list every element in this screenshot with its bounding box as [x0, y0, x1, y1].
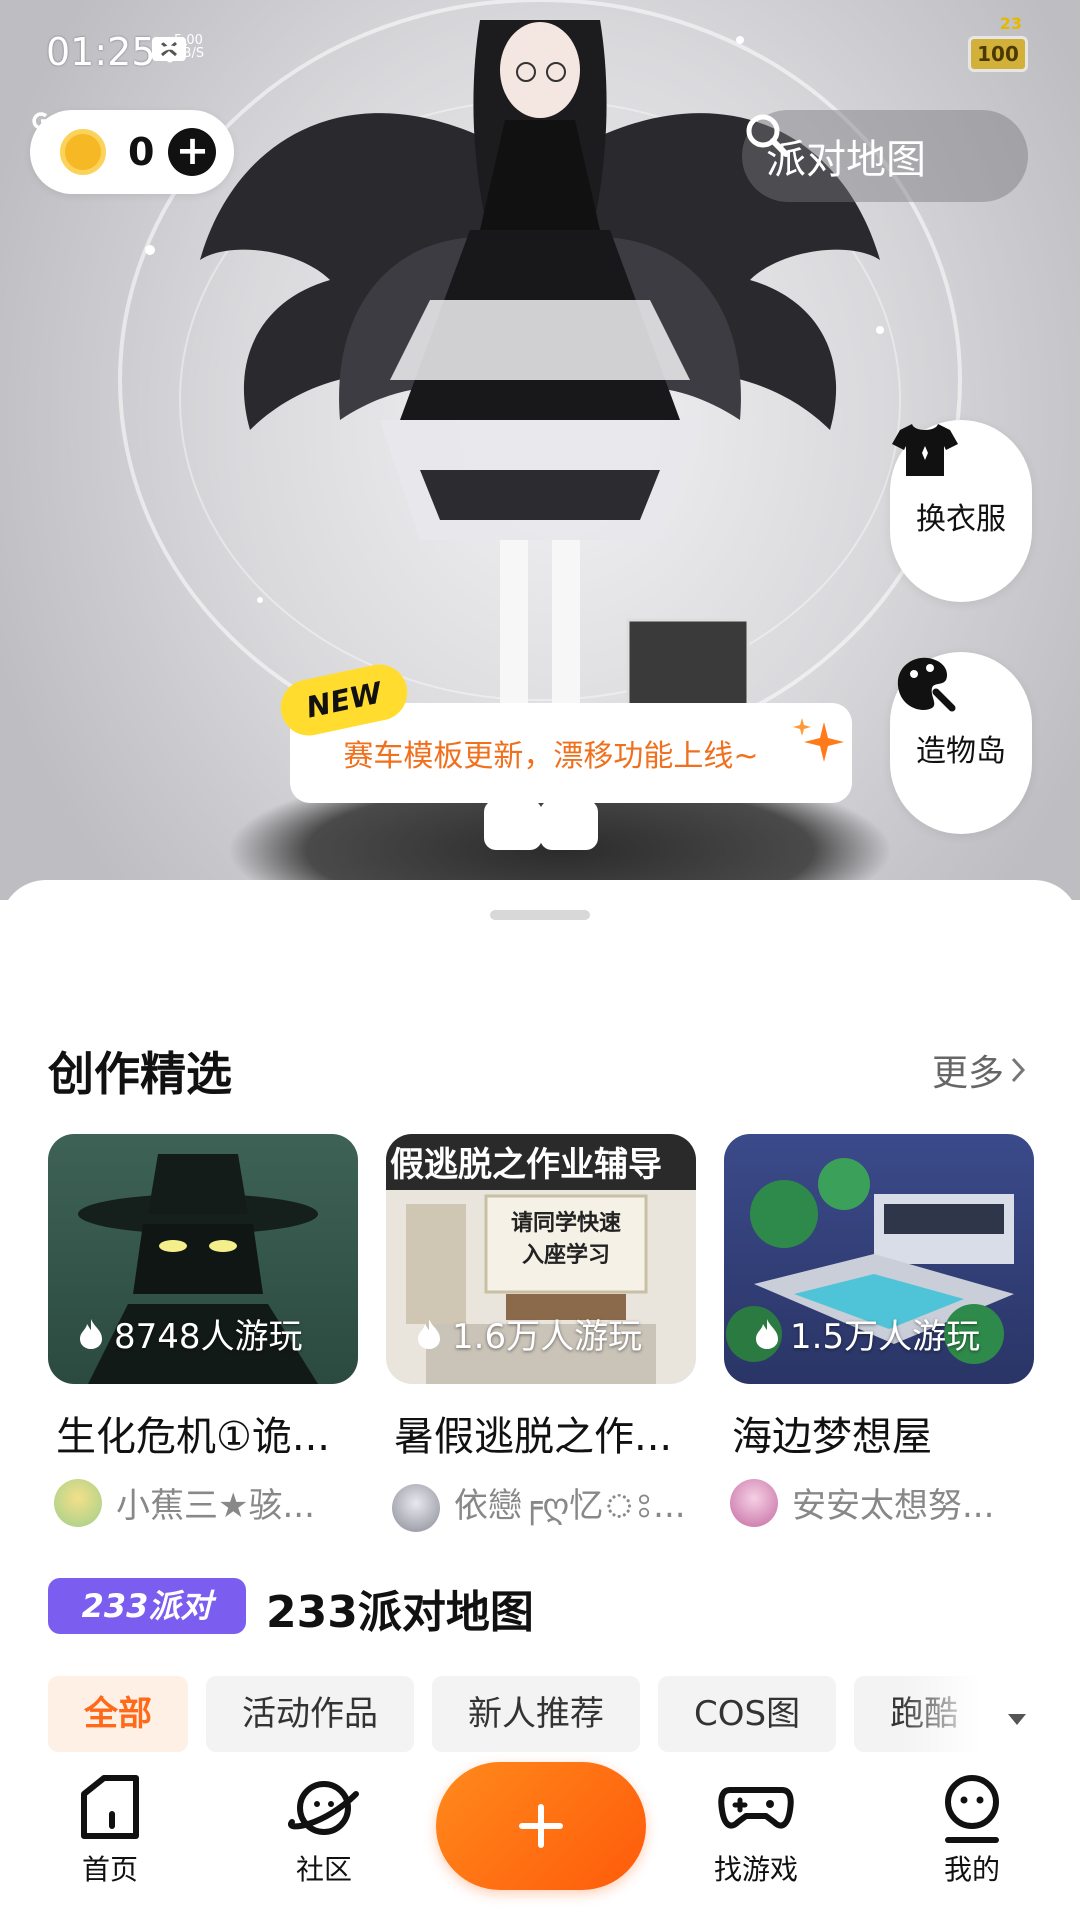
nav-home[interactable]: 首页 — [40, 1770, 180, 1888]
battery-indicator: 100 — [968, 36, 1028, 72]
card-author: 小蕉三★骇... — [54, 1478, 358, 1527]
card-author: 安安太想努... — [730, 1478, 1034, 1527]
drag-handle[interactable] — [490, 910, 590, 920]
party-badge: 233派对 — [48, 1578, 246, 1634]
wardrobe-button[interactable]: 换衣服 — [890, 420, 1032, 602]
flame-icon — [80, 1318, 102, 1349]
gamepad-icon — [718, 1787, 794, 1829]
thumbnail-board-line-1: 请同学快速 — [511, 1210, 621, 1236]
coin-count: 0 — [128, 130, 155, 174]
thumbnail-board-line-2: 入座学习 — [522, 1242, 610, 1268]
bottom-navigation: 首页 社区 找游戏 我的 — [0, 1752, 1080, 1920]
nav-community[interactable]: 社区 — [254, 1770, 394, 1888]
card-title: 生化危机①诡... — [56, 1414, 331, 1460]
nav-find-games[interactable]: 找游戏 — [686, 1770, 826, 1888]
nav-me[interactable]: 我的 — [902, 1770, 1042, 1888]
category-chips: 全部 活动作品 新人推荐 COS图 跑酷 — [48, 1676, 995, 1752]
chip-fade — [900, 1676, 1080, 1752]
news-banner-text: 赛车模板更新，漂移功能上线~ — [343, 739, 759, 774]
coin-balance[interactable]: 0 + — [30, 110, 234, 194]
chip-newcomer-picks[interactable]: 新人推荐 — [432, 1676, 640, 1752]
chevron-right-icon — [1011, 1057, 1026, 1083]
card-thumbnail: 1.5万人游玩 — [724, 1134, 1034, 1384]
avatar — [730, 1478, 778, 1527]
home-icon — [81, 1775, 139, 1839]
profile-icon — [945, 1775, 999, 1843]
wardrobe-label: 换衣服 — [916, 502, 1006, 537]
card-thumbnail: 假逃脱之作业辅导 请同学快速 入座学习 1.6万人游玩 — [386, 1134, 696, 1384]
play-count: 1.5万人游玩 — [754, 1309, 980, 1358]
chip-cos[interactable]: COS图 — [658, 1676, 837, 1752]
search-bar[interactable]: 派对地图 — [742, 110, 1028, 202]
card-author: 依戀╒ღ忆ঃ... — [392, 1478, 696, 1537]
nav-home-label: 首页 — [81, 1853, 138, 1886]
chevron-down-icon[interactable] — [1008, 1714, 1026, 1725]
avatar — [54, 1478, 102, 1527]
status-bar: 01:25 5.00 KB/S 23 100 — [0, 0, 1080, 100]
flame-icon — [756, 1318, 778, 1349]
battery-mini: 23 — [999, 14, 1022, 33]
coin-icon — [32, 112, 106, 175]
planet-icon — [287, 1781, 359, 1835]
nav-community-label: 社区 — [295, 1853, 352, 1886]
card-title: 海边梦想屋 — [732, 1414, 932, 1460]
add-coin-button[interactable]: + — [168, 128, 217, 176]
featured-card[interactable]: 8748人游玩 生化危机①诡... 小蕉三★骇... — [48, 1134, 358, 1527]
party-section-title: 233派对地图 — [266, 1587, 534, 1638]
create-button[interactable] — [436, 1762, 646, 1890]
nav-me-label: 我的 — [943, 1853, 1000, 1886]
featured-section-title: 创作精选 — [48, 1047, 232, 1101]
plus-icon — [519, 1804, 563, 1848]
play-count: 1.6万人游玩 — [416, 1309, 642, 1358]
creation-island-button[interactable]: 造物岛 — [890, 652, 1032, 834]
nav-find-games-label: 找游戏 — [713, 1853, 798, 1886]
featured-card[interactable]: 1.5万人游玩 海边梦想屋 安安太想努... — [724, 1134, 1034, 1527]
featured-more-link[interactable]: 更多 — [932, 1044, 1026, 1096]
creation-island-label: 造物岛 — [916, 734, 1006, 769]
thumbnail-heading: 假逃脱之作业辅导 — [390, 1145, 662, 1185]
card-thumbnail: 8748人游玩 — [48, 1134, 358, 1384]
featured-card[interactable]: 假逃脱之作业辅导 请同学快速 入座学习 1.6万人游玩 暑假逃脱之作... 依戀… — [386, 1134, 696, 1537]
avatar — [392, 1483, 440, 1532]
hero-avatar-scene: 01:25 5.00 KB/S 23 100 0 + 派对地图 换衣服 造物岛 … — [0, 0, 1080, 900]
card-title: 暑假逃脱之作... — [394, 1414, 673, 1460]
chip-all[interactable]: 全部 — [48, 1676, 188, 1752]
status-time: 01:25 — [46, 30, 156, 74]
play-count: 8748人游玩 — [78, 1309, 303, 1358]
flame-icon — [418, 1318, 440, 1349]
chip-event-works[interactable]: 活动作品 — [206, 1676, 414, 1752]
